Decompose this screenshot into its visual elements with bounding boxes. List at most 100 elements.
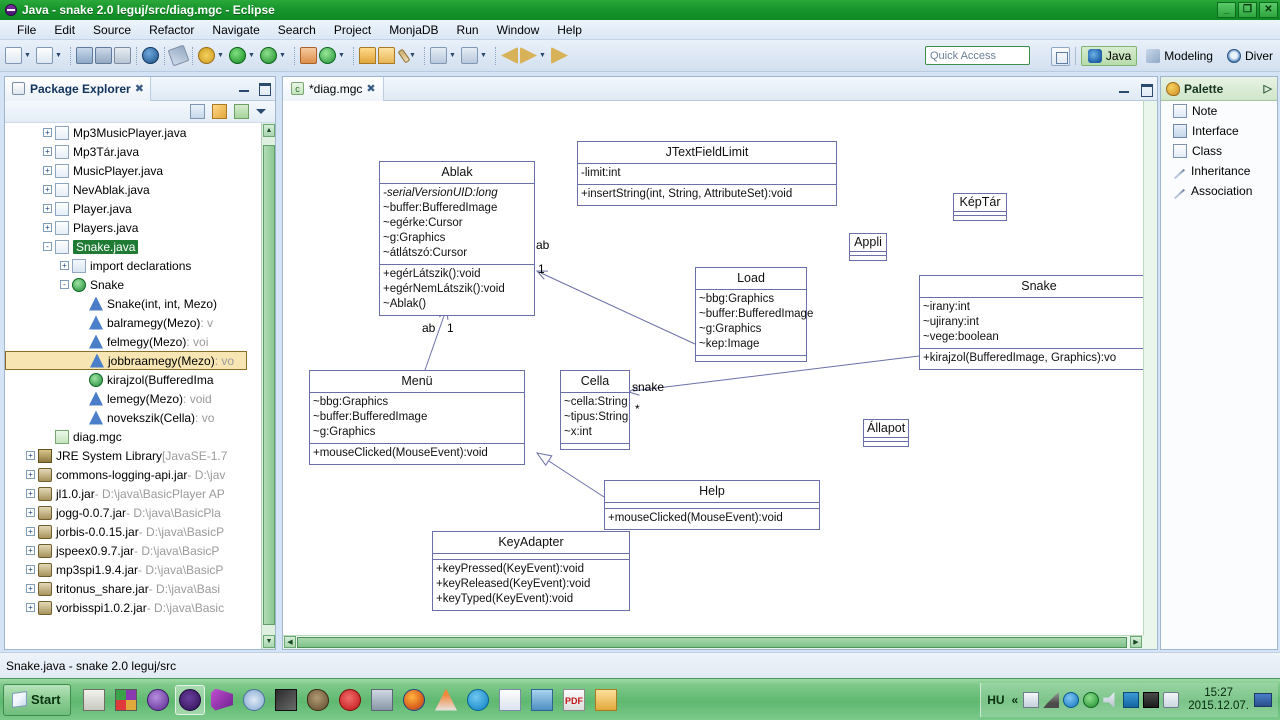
focus-icon[interactable] [234,104,249,119]
tree-item[interactable]: - Snake [5,275,261,294]
tree-item[interactable]: + MusicPlayer.java [5,161,261,180]
maximize-editor-icon[interactable] [1139,82,1153,97]
palette-item-interface[interactable]: Interface [1161,121,1277,141]
tree-item[interactable]: + jspeex0.9.7.jar - D:\java\BasicP [5,541,261,560]
palette-item-class[interactable]: Class [1161,141,1277,161]
uml-class-keyadapter[interactable]: KeyAdapter +keyPressed(KeyEvent):void +key… [432,531,630,611]
uml-class-cella[interactable]: Cella ~cella:String ~tipus:String ~x:int [560,370,630,450]
uml-class-load[interactable]: Load ~bbg:Graphics ~buffer:BufferedImage ~g… [695,267,813,362]
expand-toggle-icon[interactable]: + [43,204,52,213]
monitor-icon[interactable] [367,685,397,715]
perspective-tab-diver[interactable]: Diver [1221,47,1278,65]
close-icon[interactable]: ✖ [366,82,375,95]
dropdown-arrow-icon[interactable]: ▼ [23,48,32,64]
scrollbar-thumb[interactable] [263,145,275,625]
package-explorer-tree[interactable]: + Mp3MusicPlayer.java + Mp3Tár.java + MusicPl… [5,123,275,649]
menu-item-search[interactable]: Search [269,21,325,39]
tree-item[interactable]: + jogg-0.0.7.jar - D:\java\BasicPla [5,503,261,522]
collapse-all-icon[interactable] [190,104,205,119]
expand-toggle-icon[interactable]: + [26,489,35,498]
expand-toggle-icon[interactable]: + [26,508,35,517]
maximize-view-icon[interactable] [257,81,271,96]
expand-tray-icon[interactable]: « [1012,693,1019,707]
pdf-icon[interactable]: PDF [559,685,589,715]
tree-item[interactable]: + vorbisspi1.0.2.jar - D:\java\Basic [5,598,261,617]
forward-icon[interactable] [520,47,537,64]
uml-class-snake[interactable]: Snake ~irany:int ~ujirany:int ~vege:boolean… [919,275,1143,370]
blender-icon[interactable] [239,685,269,715]
tree-item[interactable]: + mp3spi1.9.4.jar - D:\java\BasicP [5,560,261,579]
tree-item[interactable]: + tritonus_share.jar - D:\java\Basi [5,579,261,598]
collapse-toggle-icon[interactable]: - [43,242,52,251]
uml-class-képtár[interactable]: KépTár [953,193,1007,221]
tree-item[interactable]: + Mp3Tár.java [5,142,261,161]
expand-toggle-icon[interactable]: + [43,185,52,194]
expand-toggle-icon[interactable]: + [26,584,35,593]
editor-canvas[interactable]: Ablak -serialVersionUID:long ~buffer:Buffe… [283,101,1157,649]
open-resource-icon[interactable] [378,47,395,64]
tree-item[interactable]: Snake(int, int, Mezo) [5,294,261,313]
menu-item-run[interactable]: Run [448,21,488,39]
tree-item[interactable]: diag.mgc [5,427,261,446]
tree-item[interactable]: lemegy(Mezo) : void [5,389,261,408]
perspective-tab-modeling[interactable]: Modeling [1140,47,1218,65]
link-break-icon[interactable] [167,44,190,67]
expand-toggle-icon[interactable]: + [43,147,52,156]
expand-toggle-icon[interactable]: + [26,470,35,479]
tree-item-hovered[interactable]: jobbraamegy(Mezo) : vo [5,351,247,370]
explorer-vertical-scrollbar[interactable]: ▲ ▼ [261,123,275,649]
dropdown-arrow-icon[interactable]: ▼ [216,48,225,64]
palette-item-note[interactable]: Note [1161,101,1277,121]
vlc-cone-icon[interactable] [431,685,461,715]
new-java-class-icon[interactable] [36,47,53,64]
tree-item[interactable]: + Players.java [5,218,261,237]
print-icon[interactable] [114,47,131,64]
dropdown-arrow-icon[interactable]: ▼ [337,48,346,64]
expand-toggle-icon[interactable]: + [26,565,35,574]
menu-item-file[interactable]: File [8,21,45,39]
tray-info-icon[interactable] [1063,692,1080,708]
tree-item[interactable]: + jorbis-0.0.15.jar - D:\java\BasicP [5,522,261,541]
menu-item-navigate[interactable]: Navigate [203,21,268,39]
collapse-toggle-icon[interactable]: - [60,280,69,289]
debug-icon[interactable] [198,47,215,64]
start-button[interactable]: Start [3,683,71,716]
scroll-left-icon[interactable]: ◀ [284,636,296,648]
collapse-palette-icon[interactable]: ▷ [1264,82,1272,95]
back-icon[interactable] [501,47,518,64]
uml-diagram-area[interactable]: Ablak -serialVersionUID:long ~buffer:Buffe… [283,101,1143,635]
save-icon[interactable] [76,47,93,64]
minimize-editor-icon[interactable] [1117,82,1131,96]
visual-studio-icon[interactable] [207,685,237,715]
tray-signal-icon[interactable] [1043,692,1060,708]
opera-icon[interactable] [335,685,365,715]
maximize-button[interactable]: ❐ [1238,2,1257,18]
scrollbar-thumb[interactable] [297,637,1127,648]
expand-toggle-icon[interactable]: + [43,223,52,232]
palette-item-inheritance[interactable]: Inheritance [1161,161,1277,181]
run-icon[interactable] [229,47,246,64]
menu-item-window[interactable]: Window [488,21,549,39]
uml-class-help[interactable]: Help +mouseClicked(MouseEvent):void [604,480,820,530]
chart-icon[interactable] [495,685,525,715]
right-arrow-icon[interactable] [551,47,568,64]
scroll-up-icon[interactable]: ▲ [263,124,275,137]
tab-package-explorer[interactable]: Package Explorer ✖ [5,76,151,101]
tree-item[interactable]: + NevAblak.java [5,180,261,199]
uml-class-ablak[interactable]: Ablak -serialVersionUID:long ~buffer:Buffe… [379,161,535,316]
menu-item-source[interactable]: Source [84,21,140,39]
editor-horizontal-scrollbar[interactable]: ◀ ▶ [283,635,1143,649]
dropdown-arrow-icon[interactable]: ▼ [54,48,63,64]
editor-vertical-scrollbar[interactable] [1143,101,1157,635]
link-with-editor-icon[interactable] [212,104,227,119]
dropdown-arrow-icon[interactable]: ▼ [479,48,488,64]
eclipse-icon[interactable] [175,684,205,715]
search-globe-icon[interactable] [142,47,159,64]
new-wizard-icon[interactable] [5,47,22,64]
gimp-icon[interactable] [303,685,333,715]
clock[interactable]: 15:27 2015.12.07. [1188,687,1249,713]
floppy-save-icon[interactable] [79,685,109,715]
firefox-icon[interactable] [399,685,429,715]
expand-toggle-icon[interactable]: + [26,603,35,612]
expand-toggle-icon[interactable]: + [26,546,35,555]
